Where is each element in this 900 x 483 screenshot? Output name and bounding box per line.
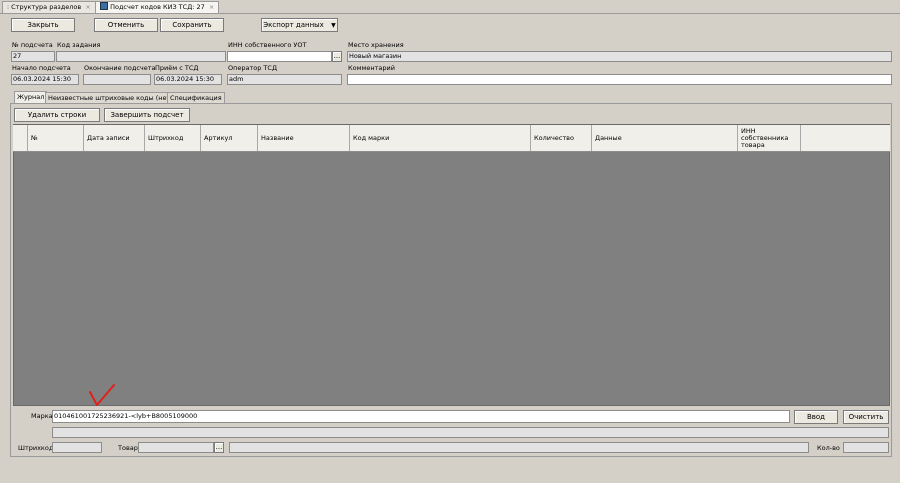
- received-label: Приём с ТСД: [155, 64, 199, 72]
- tab-structure[interactable]: ⁝ Структура разделов ×: [2, 1, 96, 13]
- delete-rows-button[interactable]: Удалить строки: [14, 108, 100, 122]
- inn-select-button[interactable]: ...: [332, 51, 342, 62]
- comment-field[interactable]: [347, 74, 892, 85]
- enter-button[interactable]: Ввод: [794, 410, 838, 424]
- col-name[interactable]: Название: [258, 125, 350, 151]
- save-button[interactable]: Сохранить: [160, 18, 224, 32]
- comment-label: Комментарий: [348, 64, 395, 72]
- inn-label: ИНН собственного УОТ: [228, 41, 307, 49]
- structure-icon: ⁝: [7, 3, 10, 11]
- export-data-button[interactable]: Экспорт данных ▼: [261, 18, 338, 32]
- task-code-field: [56, 51, 226, 62]
- goods-field: [138, 442, 214, 453]
- clear-button[interactable]: Очистить: [843, 410, 889, 424]
- finish-count-button[interactable]: Завершить подсчет: [104, 108, 190, 122]
- start-label: Начало подсчета: [12, 64, 71, 72]
- end-field: [83, 74, 151, 85]
- row-selector-header: [13, 125, 28, 151]
- chevron-down-icon: ▼: [331, 22, 336, 29]
- count-no-label: № подсчета: [12, 41, 53, 49]
- tab-count-codes[interactable]: Подсчет кодов КИЗ ТСД: 27 ×: [95, 1, 220, 13]
- col-owner-inn[interactable]: ИНН собственника товара: [738, 125, 801, 151]
- close-icon[interactable]: ×: [209, 3, 214, 11]
- close-icon[interactable]: ×: [85, 3, 90, 11]
- barcode-label: Штрихкод: [18, 444, 54, 452]
- col-number[interactable]: №: [28, 125, 84, 151]
- tab-count-codes-label: Подсчет кодов КИЗ ТСД: 27: [110, 3, 205, 11]
- col-data[interactable]: Данные: [592, 125, 738, 151]
- export-data-label: Экспорт данных: [263, 21, 324, 29]
- operator-field: adm: [227, 74, 342, 85]
- checkmark-annotation-icon: [89, 384, 115, 406]
- col-article[interactable]: Артикул: [201, 125, 258, 151]
- journal-grid[interactable]: [13, 124, 890, 406]
- task-code-label: Код задания: [57, 41, 101, 49]
- count-no-field: 27: [11, 51, 55, 62]
- goods-description-field: [229, 442, 809, 453]
- inn-field[interactable]: [227, 51, 332, 62]
- qty-field: [843, 442, 889, 453]
- storage-label: Место хранения: [348, 41, 404, 49]
- tab-specification[interactable]: Спецификация: [167, 92, 225, 103]
- tab-unknown-barcodes[interactable]: Неизвестные штриховые коды (нет): [45, 92, 176, 103]
- barcode-field: [52, 442, 102, 453]
- col-mark-code[interactable]: Код марки: [350, 125, 531, 151]
- goods-select-button[interactable]: ...: [214, 442, 224, 453]
- operator-label: Оператор ТСД: [228, 64, 278, 72]
- tab-journal[interactable]: Журнал: [14, 91, 48, 103]
- received-field: 06.03.2024 15:30: [154, 74, 222, 85]
- tab-divider: [0, 13, 900, 14]
- tab-structure-label: Структура разделов: [11, 3, 82, 11]
- marka-input[interactable]: 0104610017252369​21-<lyb+B8005109000: [52, 410, 790, 423]
- grid-header: № Дата записи Штрихкод Артикул Название …: [13, 125, 890, 152]
- grid-icon: [100, 2, 108, 10]
- status-field: [52, 427, 889, 438]
- col-quantity[interactable]: Количество: [531, 125, 592, 151]
- goods-label: Товар: [118, 444, 138, 452]
- storage-field: Новый магазин: [347, 51, 892, 62]
- cancel-button[interactable]: Отменить: [94, 18, 158, 32]
- col-date[interactable]: Дата записи: [84, 125, 145, 151]
- close-button[interactable]: Закрыть: [11, 18, 75, 32]
- end-label: Окончание подсчета: [84, 64, 156, 72]
- col-barcode[interactable]: Штрихкод: [145, 125, 201, 151]
- marka-label: Марка: [31, 412, 53, 420]
- start-field: 06.03.2024 15:30: [11, 74, 79, 85]
- qty-label: Кол-во: [817, 444, 840, 452]
